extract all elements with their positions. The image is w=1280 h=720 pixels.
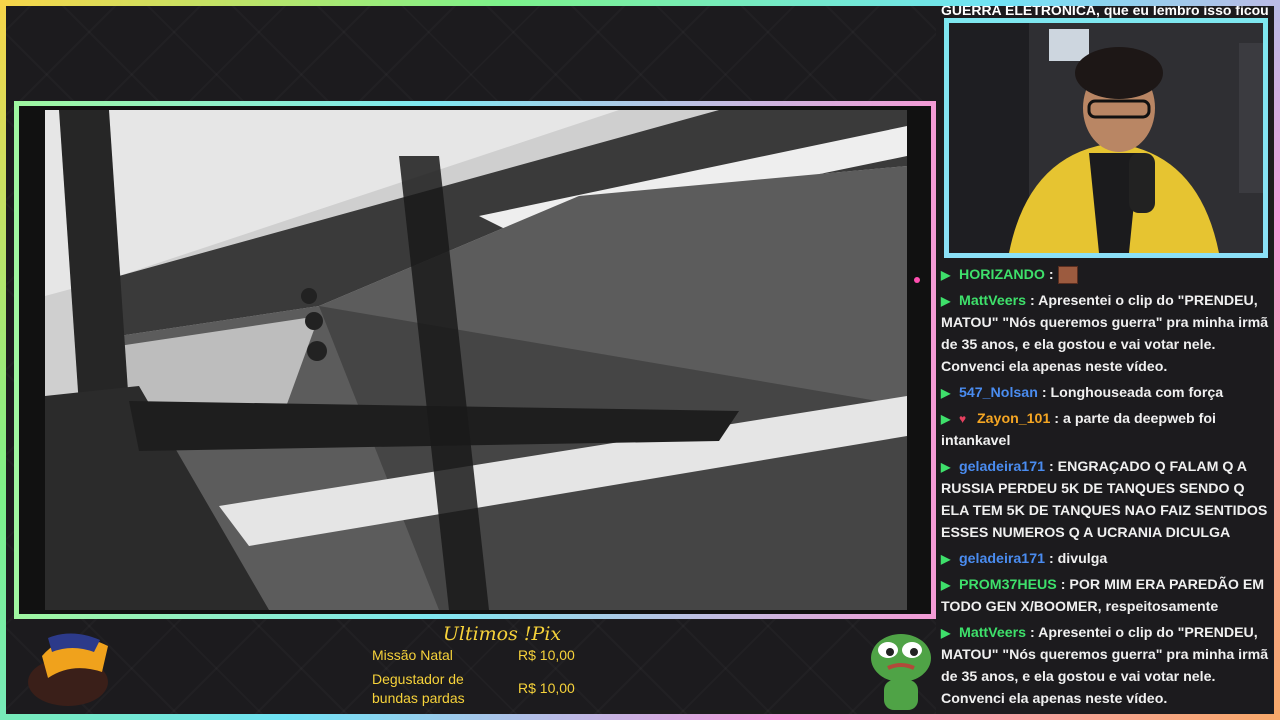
chat-separator: : <box>1048 267 1054 283</box>
channel-badge-icon: ▶ <box>941 626 951 640</box>
pix-entry-amount: R$ 10,00 <box>518 680 575 696</box>
channel-badge-icon: ▶ <box>941 460 951 474</box>
frog-emote-image <box>871 634 931 710</box>
chat-separator: : <box>1029 625 1035 641</box>
chat-message: ▶ geladeira171 : ENGRAÇADO Q FALAM Q A RU… <box>941 456 1271 544</box>
chat-message: ▶ PROM37HEUS : POR MIM ERA PAREDÃO EM TOD… <box>941 574 1271 618</box>
webcam-frame <box>944 18 1268 258</box>
chat-separator: : <box>1029 293 1035 309</box>
video-scene <box>19 106 931 614</box>
pink-dot <box>914 277 920 283</box>
channel-badge-icon: ▶ <box>941 268 951 282</box>
chat-message: ▶ MattVeers : Apresentei o clip do "PREND… <box>941 622 1271 710</box>
channel-badge-icon: ▶ <box>941 578 951 592</box>
chat-message: ▶ geladeira171 : divulga <box>941 548 1271 570</box>
chat-username[interactable]: geladeira171 <box>959 459 1045 475</box>
chat-overflow-line: GUERRA ELETRÔNICA, que eu lembro isso fi… <box>941 2 1269 18</box>
pix-entry-name: bundas pardas <box>372 690 465 706</box>
chat-username[interactable]: 547_Nolsan <box>959 385 1038 401</box>
video-player[interactable] <box>19 106 931 614</box>
channel-badge-icon: ▶ <box>941 294 951 308</box>
streamer-image <box>949 23 1263 253</box>
video-frame <box>14 101 936 619</box>
channel-badge-icon: ▶ <box>941 386 951 400</box>
pix-entry-amount: R$ 10,00 <box>518 647 575 663</box>
emote-icon <box>1057 266 1078 285</box>
chat-message: ▶ 547_Nolsan : Longhouseada com força <box>941 382 1271 404</box>
chat-text: Longhouseada com força <box>1050 385 1224 401</box>
chat-username[interactable]: HORIZANDO <box>959 267 1045 283</box>
pix-entry-name: Degustador de <box>372 671 464 687</box>
mascot-left-image <box>28 633 108 706</box>
chat-separator: : <box>1060 577 1066 593</box>
webcam-feed <box>949 23 1263 253</box>
chat-username[interactable]: MattVeers <box>959 625 1026 641</box>
chat-separator: : <box>1054 411 1060 427</box>
chat-panel: ▶ HORIZANDO : ▶ MattVeers : Apresentei o c… <box>941 264 1271 716</box>
chat-message: ▶ HORIZANDO : <box>941 264 1271 286</box>
chat-message: ▶ ♥ Zayon_101 : a parte da deepweb foi int… <box>941 408 1271 452</box>
channel-badge-icon: ▶ <box>941 412 951 426</box>
chat-username[interactable]: geladeira171 <box>959 551 1045 567</box>
chat-username[interactable]: MattVeers <box>959 293 1026 309</box>
chat-separator: : <box>1048 459 1054 475</box>
chat-separator: : <box>1048 551 1054 567</box>
pix-title: Ultimos !Pix <box>442 623 562 645</box>
heart-badge-icon: ♥ <box>959 412 967 426</box>
chat-username[interactable]: PROM37HEUS <box>959 577 1057 593</box>
chat-username[interactable]: Zayon_101 <box>977 411 1050 427</box>
channel-badge-icon: ▶ <box>941 552 951 566</box>
chat-message: ▶ MattVeers : Apresentei o clip do "PREND… <box>941 290 1271 378</box>
chat-text: divulga <box>1057 551 1108 567</box>
pix-entry-name: Missão Natal <box>372 647 453 663</box>
chat-separator: : <box>1041 385 1047 401</box>
